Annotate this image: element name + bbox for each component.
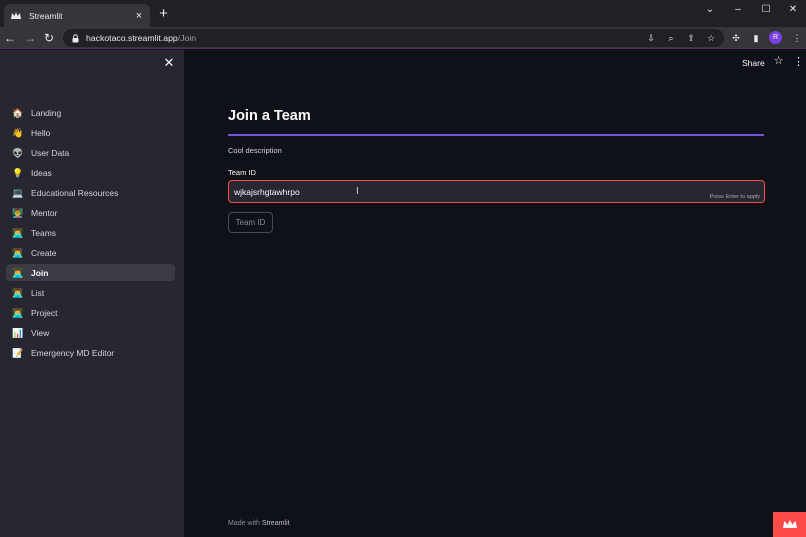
sidebar-item-teams[interactable]: 👨‍💻 Teams — [6, 224, 175, 241]
star-icon[interactable]: ☆ — [773, 56, 784, 67]
sidebar-item-label: Educational Resources — [31, 187, 119, 198]
streamlit-crown-icon — [782, 516, 797, 534]
main-menu-icon[interactable]: ⋮ — [793, 56, 804, 68]
technologist-icon: 👨‍💻 — [12, 267, 24, 278]
footer-streamlit-link[interactable]: Streamlit — [262, 520, 290, 527]
back-button[interactable]: ← — [3, 31, 17, 45]
reload-button[interactable]: ↻ — [42, 31, 56, 45]
technologist-icon: 👨‍💻 — [12, 227, 24, 238]
sidebar-item-emergency-md-editor[interactable]: 📝 Emergency MD Editor — [6, 344, 175, 361]
address-bar[interactable]: hackotaco.streamlit.app/Join ⇩ ⌕ ⇪ ☆ — [63, 29, 724, 47]
tab-title: Streamlit — [29, 10, 63, 21]
sidebar-item-user-data[interactable]: 👽 User Data — [6, 144, 175, 161]
title-divider — [228, 134, 764, 136]
footer-prefix: Made with — [228, 520, 262, 527]
sidebar-item-view[interactable]: 📊 View — [6, 324, 175, 341]
sidebar-item-label: Emergency MD Editor — [31, 347, 115, 358]
sidebar-item-mentor[interactable]: 👨‍🏫 Mentor — [6, 204, 175, 221]
close-window-button[interactable]: ✕ — [786, 3, 800, 16]
sidebar-item-label: View — [31, 327, 50, 338]
url-host: hackotaco.streamlit.app — [86, 33, 178, 43]
install-app-icon[interactable]: ⇩ — [645, 32, 657, 44]
sidebar: ✕ 🏠 Landing 👋 Hello 👽 User Data 💡 Ideas … — [0, 50, 184, 537]
sidebar-item-label: Landing — [31, 107, 62, 118]
sidebar-item-project[interactable]: 👨‍💻 Project — [6, 304, 175, 321]
browser-toolbar: ← → ↻ hackotaco.streamlit.app/Join ⇩ ⌕ ⇪… — [0, 27, 806, 49]
technologist-icon: 👨‍💻 — [12, 287, 24, 298]
sidebar-item-label: Hello — [31, 127, 51, 138]
maximize-button[interactable]: ☐ — [759, 3, 773, 16]
streamlit-crown-icon — [10, 10, 21, 21]
streamlit-badge[interactable] — [773, 512, 806, 537]
sidebar-item-label: Mentor — [31, 207, 58, 218]
technologist-icon: 👨‍💻 — [12, 307, 24, 318]
extensions-icon[interactable]: ✣ — [730, 32, 742, 44]
team-id-input-value: wjkajsrhgtawhrpo — [234, 187, 300, 197]
page-title: Join a Team — [228, 108, 311, 124]
sidebar-item-label: Project — [31, 307, 58, 318]
sidebar-item-label: List — [31, 287, 45, 298]
sidebar-item-join[interactable]: 👨‍💻 Join — [6, 264, 175, 281]
zoom-icon[interactable]: ⌕ — [665, 32, 677, 44]
lightbulb-icon: 💡 — [12, 167, 24, 178]
alien-icon: 👽 — [12, 147, 24, 158]
teacher-icon: 👨‍🏫 — [12, 207, 24, 218]
sidebar-item-hello[interactable]: 👋 Hello — [6, 124, 175, 141]
sidebar-item-label: Join — [31, 267, 49, 278]
team-id-input[interactable]: wjkajsrhgtawhrpo I Press Enter to apply — [228, 180, 765, 203]
press-enter-hint: Press Enter to apply — [709, 194, 760, 200]
laptop-icon: 💻 — [12, 187, 24, 198]
tab-search-icon[interactable]: ⌄ — [703, 3, 717, 16]
sidebar-item-ideas[interactable]: 💡 Ideas — [6, 164, 175, 181]
technologist-icon: 👨‍💻 — [12, 247, 24, 258]
sidebar-item-label: Create — [31, 247, 57, 258]
sidebar-nav: 🏠 Landing 👋 Hello 👽 User Data 💡 Ideas 💻 … — [6, 104, 175, 364]
sidebar-item-create[interactable]: 👨‍💻 Create — [6, 244, 175, 261]
bar-chart-icon: 📊 — [12, 327, 24, 338]
share-button[interactable]: Share — [742, 58, 765, 68]
sidebar-item-label: User Data — [31, 147, 70, 158]
main-content: Share ☆ ⋮ Join a Team Cool description T… — [184, 50, 806, 537]
tab-strip: Streamlit × + ⌄ – ☐ ✕ — [0, 0, 806, 27]
browser-window: Streamlit × + ⌄ – ☐ ✕ ← → ↻ hackotaco.st… — [0, 0, 806, 537]
profile-avatar[interactable]: R — [769, 31, 782, 44]
team-id-label: Team ID — [228, 168, 256, 177]
sidebar-item-landing[interactable]: 🏠 Landing — [6, 104, 175, 121]
side-panel-icon[interactable]: ▮ — [750, 32, 762, 44]
bookmark-star-icon[interactable]: ☆ — [705, 32, 717, 44]
house-icon: 🏠 — [12, 107, 24, 118]
lock-icon — [71, 33, 80, 43]
text-cursor-icon: I — [356, 186, 359, 197]
browser-tab[interactable]: Streamlit × — [4, 4, 150, 27]
close-tab-icon[interactable]: × — [134, 10, 144, 21]
new-tab-button[interactable]: + — [157, 6, 170, 21]
page-description: Cool description — [228, 146, 282, 155]
minimize-button[interactable]: – — [731, 3, 745, 16]
forward-button[interactable]: → — [23, 31, 37, 45]
chrome-menu-icon[interactable]: ⋮ — [791, 32, 803, 44]
sidebar-item-label: Ideas — [31, 167, 52, 178]
share-page-icon[interactable]: ⇪ — [685, 32, 697, 44]
sidebar-item-educational-resources[interactable]: 💻 Educational Resources — [6, 184, 175, 201]
url-path: /Join — [177, 33, 197, 43]
footer: Made with Streamlit — [228, 520, 289, 527]
team-id-submit-button[interactable]: Team ID — [228, 212, 273, 233]
memo-icon: 📝 — [12, 347, 24, 358]
sidebar-item-label: Teams — [31, 227, 57, 238]
sidebar-item-list[interactable]: 👨‍💻 List — [6, 284, 175, 301]
close-sidebar-icon[interactable]: ✕ — [163, 56, 175, 69]
waving-hand-icon: 👋 — [12, 127, 24, 138]
